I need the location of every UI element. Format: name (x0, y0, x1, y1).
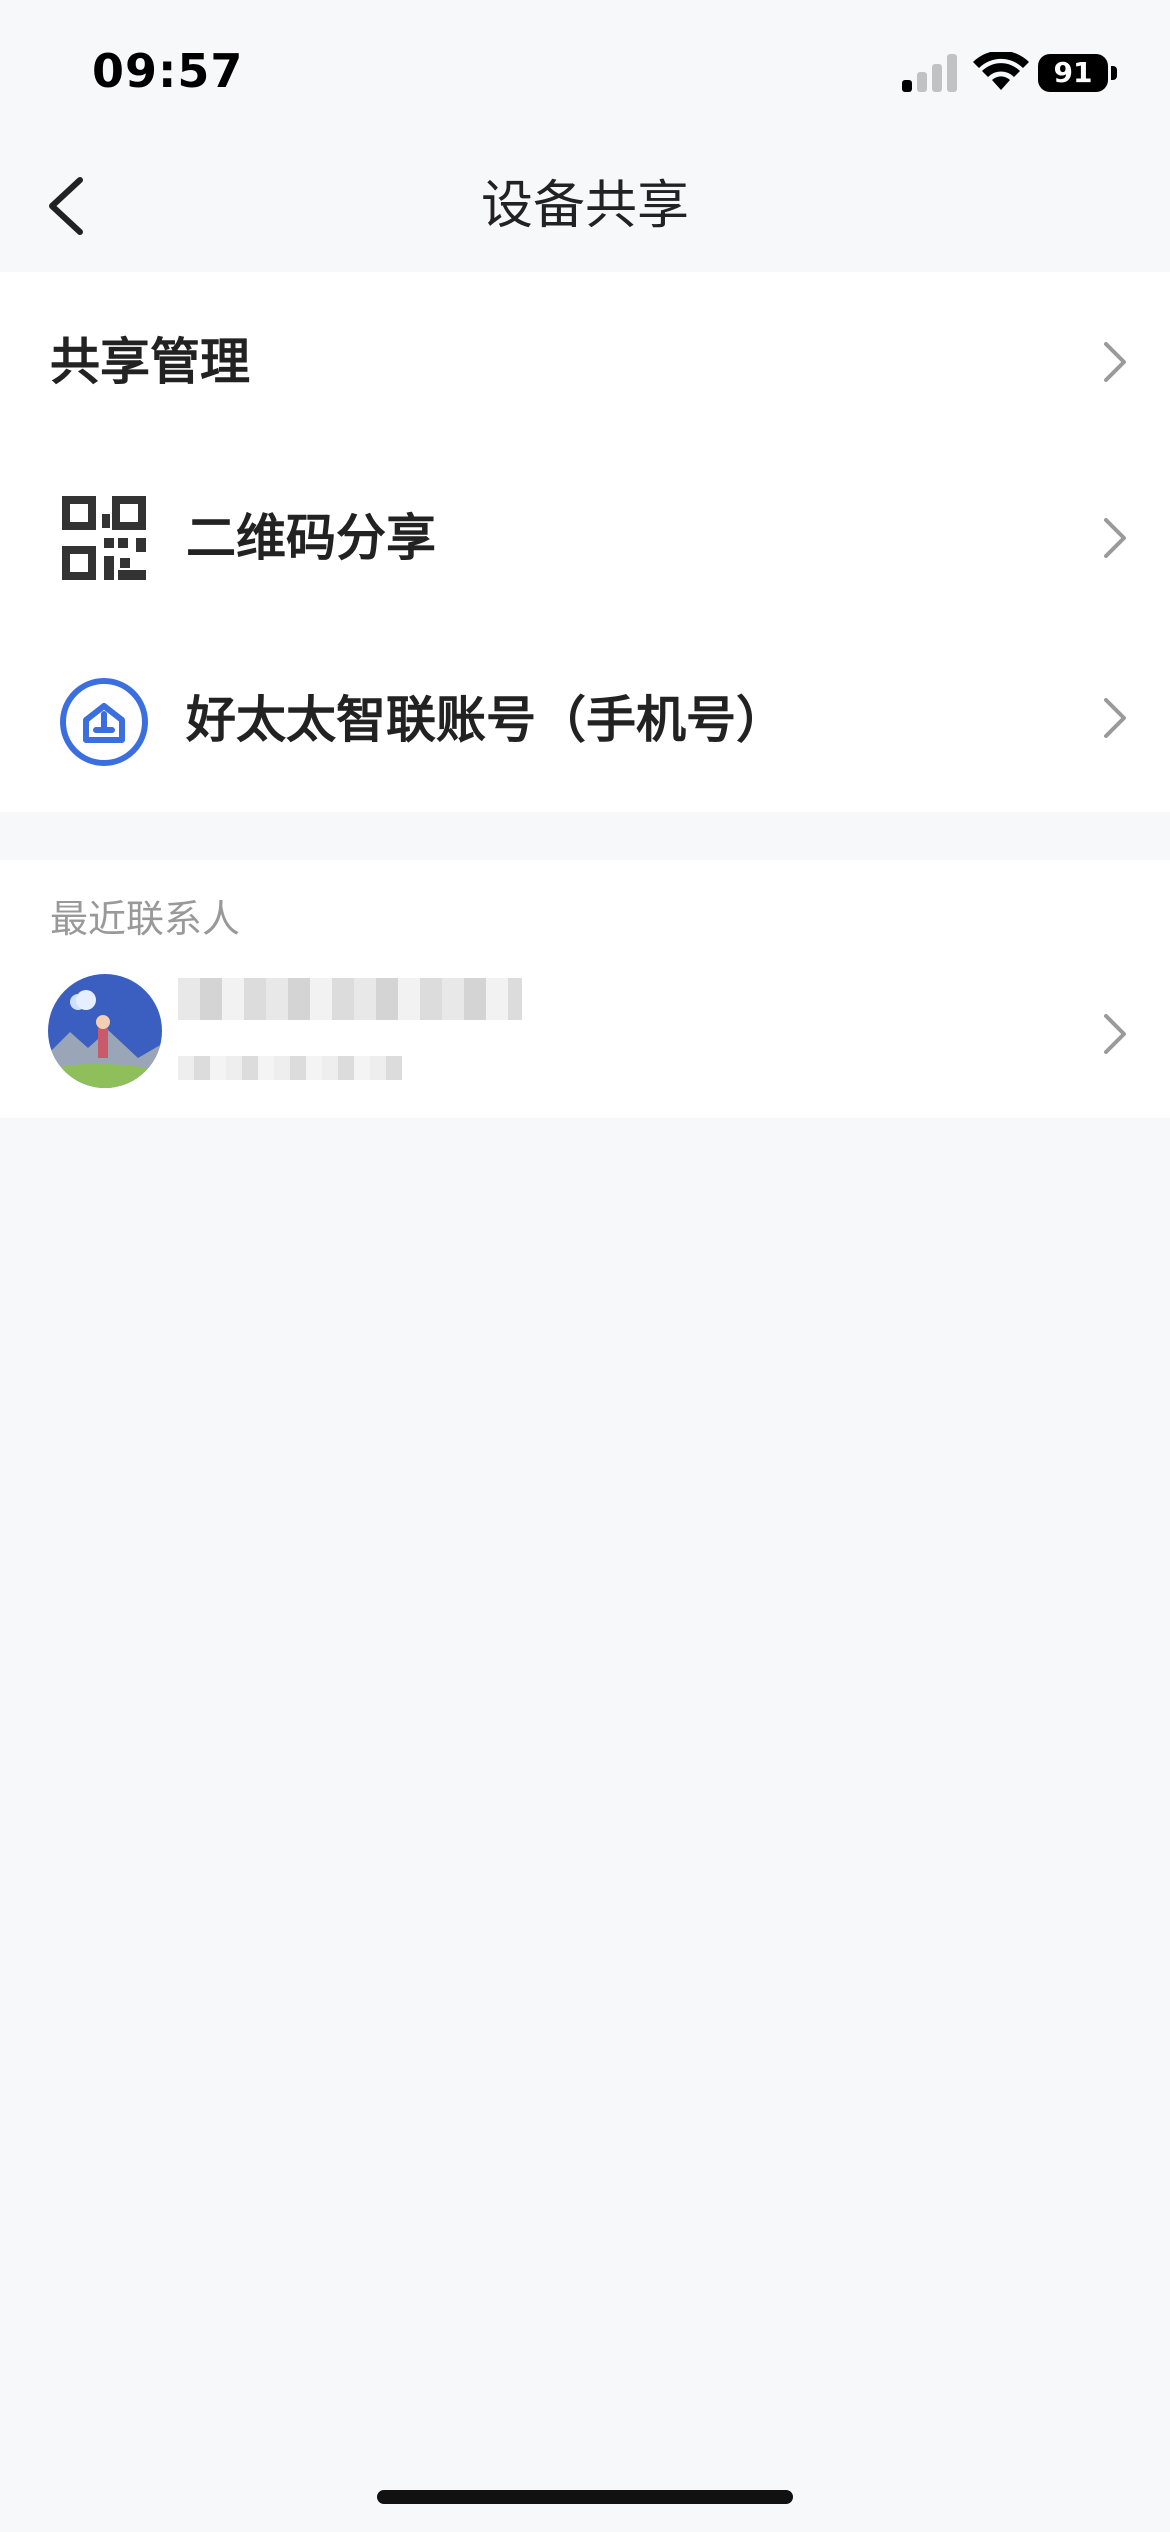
qr-share-label: 二维码分享 (186, 509, 436, 567)
back-button[interactable] (40, 170, 110, 242)
contact-detail-blurred (178, 1056, 402, 1080)
share-options-card: 共享管理 二维码分享 好太太智联账号（手机号） (0, 272, 1170, 812)
page-title: 设备共享 (480, 176, 689, 236)
share-management-row[interactable]: 共享管理 (0, 272, 1170, 452)
battery-icon: 91 (1038, 54, 1108, 92)
cellular-signal-icon (902, 52, 958, 92)
status-time: 09:57 (92, 44, 244, 98)
home-indicator[interactable] (377, 2490, 793, 2504)
status-bar: 09:57 91 (0, 0, 1170, 140)
share-management-label: 共享管理 (50, 333, 250, 391)
account-share-label: 好太太智联账号（手机号） (186, 691, 786, 749)
navigation-bar: 设备共享 (0, 140, 1170, 272)
recent-contacts-label: 最近联系人 (50, 897, 241, 941)
recent-contacts-card: 最近联系人 (0, 860, 1170, 1118)
avatar (48, 974, 162, 1088)
wifi-icon (973, 52, 1029, 90)
chevron-right-icon (1104, 698, 1126, 738)
home-account-icon (60, 678, 148, 766)
account-share-row[interactable]: 好太太智联账号（手机号） (0, 632, 1170, 812)
contact-row[interactable] (0, 938, 1170, 1118)
qr-share-row[interactable]: 二维码分享 (0, 452, 1170, 632)
battery-tip (1111, 66, 1117, 80)
qr-code-icon (62, 496, 146, 580)
chevron-right-icon (1104, 342, 1126, 382)
chevron-left-icon (49, 177, 83, 235)
chevron-right-icon (1104, 518, 1126, 558)
chevron-right-icon (1104, 1014, 1126, 1054)
contact-name-blurred (178, 978, 522, 1020)
